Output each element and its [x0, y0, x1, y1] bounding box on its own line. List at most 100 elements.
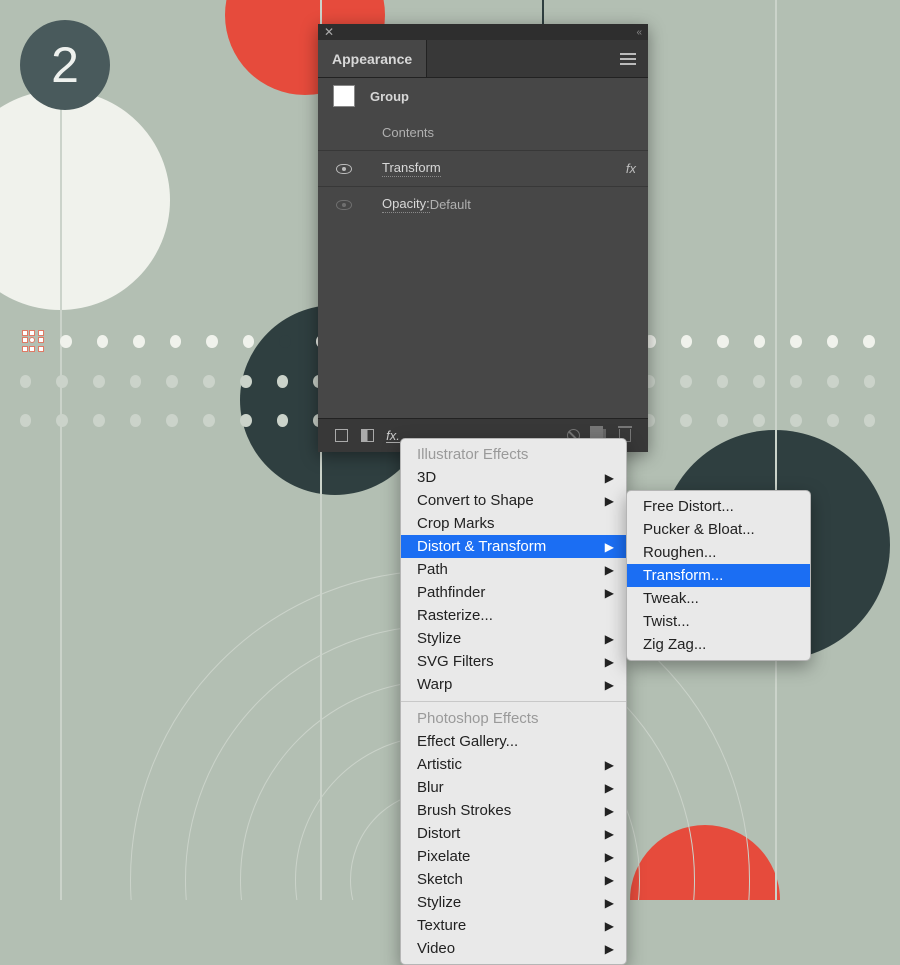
- menu-item-stylize[interactable]: Stylize▶: [401, 627, 626, 650]
- appearance-row-contents[interactable]: Contents: [318, 114, 648, 150]
- menu-item-label: Roughen...: [643, 544, 716, 561]
- menu-item-brush-strokes[interactable]: Brush Strokes ▶: [401, 799, 626, 822]
- menu-item-label: Convert to Shape: [417, 492, 534, 509]
- menu-item-pucker-bloat[interactable]: Pucker & Bloat...: [627, 518, 810, 541]
- menu-item-label: Pixelate: [417, 848, 470, 865]
- menu-item-rasterize[interactable]: Rasterize...: [401, 604, 626, 627]
- menu-item-label: Effect Gallery...: [417, 733, 518, 750]
- menu-item-label: Free Distort...: [643, 498, 734, 515]
- menu-item-label: Stylize: [417, 894, 461, 911]
- visibility-icon[interactable]: [336, 164, 352, 174]
- submenu-arrow-icon: ▶: [605, 655, 614, 669]
- fill-swatch[interactable]: [333, 85, 355, 107]
- panel-titlebar[interactable]: ✕ «: [318, 24, 648, 40]
- menu-item-roughen[interactable]: Roughen...: [627, 541, 810, 564]
- add-stroke-button[interactable]: [328, 425, 354, 447]
- row-label: Group: [370, 89, 409, 104]
- menu-item-crop-marks[interactable]: Crop Marks: [401, 512, 626, 535]
- menu-item-label: Brush Strokes: [417, 802, 511, 819]
- submenu-arrow-icon: ▶: [605, 873, 614, 887]
- menu-item-sketch[interactable]: Sketch ▶: [401, 868, 626, 891]
- appearance-row-opacity[interactable]: Opacity: Default: [318, 186, 648, 222]
- selection-handle[interactable]: [22, 330, 44, 352]
- menu-item-label: Path: [417, 561, 448, 578]
- menu-item-label: Texture: [417, 917, 466, 934]
- menu-item-label: Sketch: [417, 871, 463, 888]
- submenu-arrow-icon: ▶: [605, 540, 614, 554]
- menu-item-label: Blur: [417, 779, 444, 796]
- submenu-arrow-icon: ▶: [605, 471, 614, 485]
- submenu-arrow-icon: ▶: [605, 758, 614, 772]
- appearance-row-group[interactable]: Group: [318, 78, 648, 114]
- menu-item-video[interactable]: Video ▶: [401, 937, 626, 960]
- menu-section-title: Illustrator Effects: [401, 443, 626, 466]
- distort-transform-submenu: Free Distort... Pucker & Bloat... Roughen.…: [626, 490, 811, 661]
- menu-item-free-distort[interactable]: Free Distort...: [627, 495, 810, 518]
- menu-item-label: Tweak...: [643, 590, 699, 607]
- menu-section-title: Photoshop Effects: [401, 707, 626, 730]
- step-number: 2: [51, 36, 79, 94]
- submenu-arrow-icon: ▶: [605, 586, 614, 600]
- menu-item-label: Rasterize...: [417, 607, 493, 624]
- appearance-row-transform[interactable]: Transform fx: [318, 150, 648, 186]
- menu-item-label: Transform...: [643, 567, 723, 584]
- menu-item-label: Stylize: [417, 630, 461, 647]
- submenu-arrow-icon: ▶: [605, 678, 614, 692]
- menu-item-warp[interactable]: Warp ▶: [401, 673, 626, 696]
- tab-label: Appearance: [332, 51, 412, 67]
- panel-tabs: Appearance: [318, 40, 648, 78]
- menu-item-3d[interactable]: 3D▶: [401, 466, 626, 489]
- menu-item-transform[interactable]: Transform...: [627, 564, 810, 587]
- menu-item-effect-gallery[interactable]: Effect Gallery...: [401, 730, 626, 753]
- menu-item-label: Twist...: [643, 613, 690, 630]
- menu-item-label: Warp: [417, 676, 452, 693]
- menu-item-blur[interactable]: Blur ▶: [401, 776, 626, 799]
- visibility-icon[interactable]: [336, 200, 352, 210]
- menu-item-label: SVG Filters: [417, 653, 494, 670]
- bg-line: [60, 90, 62, 900]
- appearance-tab[interactable]: Appearance: [318, 40, 427, 77]
- submenu-arrow-icon: ▶: [605, 781, 614, 795]
- menu-item-zig-zag[interactable]: Zig Zag...: [627, 633, 810, 656]
- add-fill-button[interactable]: [354, 425, 380, 447]
- menu-item-artistic[interactable]: Artistic ▶: [401, 753, 626, 776]
- close-icon[interactable]: ✕: [324, 26, 334, 38]
- menu-item-distort[interactable]: Distort▶: [401, 822, 626, 845]
- submenu-arrow-icon: ▶: [605, 804, 614, 818]
- menu-item-convert-to-shape[interactable]: Convert to Shape▶: [401, 489, 626, 512]
- menu-item-label: Pucker & Bloat...: [643, 521, 755, 538]
- opacity-value: Default: [430, 197, 471, 212]
- submenu-arrow-icon: ▶: [605, 919, 614, 933]
- menu-item-path[interactable]: Path▶: [401, 558, 626, 581]
- appearance-panel: ✕ « Appearance Group Contents Transform …: [318, 24, 648, 452]
- appearance-body: Group Contents Transform fx Opacity: Def…: [318, 78, 648, 418]
- menu-item-pathfinder[interactable]: Pathfinder ▶: [401, 581, 626, 604]
- menu-item-label: Artistic: [417, 756, 462, 773]
- menu-item-label: Zig Zag...: [643, 636, 706, 653]
- menu-item-label: Distort & Transform: [417, 538, 546, 555]
- bg-line: [775, 0, 777, 900]
- menu-icon: [620, 58, 636, 60]
- menu-item-label: Pathfinder: [417, 584, 485, 601]
- submenu-arrow-icon: ▶: [605, 896, 614, 910]
- panel-menu-button[interactable]: [608, 40, 648, 77]
- menu-item-tweak[interactable]: Tweak...: [627, 587, 810, 610]
- menu-separator: [401, 701, 626, 702]
- menu-item-texture[interactable]: Texture ▶: [401, 914, 626, 937]
- collapse-icon[interactable]: «: [636, 27, 642, 38]
- effects-menu: Illustrator Effects 3D▶Convert to Shape▶…: [400, 438, 627, 965]
- submenu-arrow-icon: ▶: [605, 942, 614, 956]
- menu-item-svg-filters[interactable]: SVG Filters ▶: [401, 650, 626, 673]
- menu-item-stylize[interactable]: Stylize ▶: [401, 891, 626, 914]
- opacity-label: Opacity:: [382, 196, 430, 213]
- bg-circle-cream-large: [0, 90, 170, 310]
- submenu-arrow-icon: ▶: [605, 850, 614, 864]
- step-badge: 2: [20, 20, 110, 110]
- submenu-arrow-icon: ▶: [605, 827, 614, 841]
- menu-item-distort-transform[interactable]: Distort & Transform ▶: [401, 535, 626, 558]
- menu-item-label: Crop Marks: [417, 515, 495, 532]
- menu-item-pixelate[interactable]: Pixelate ▶: [401, 845, 626, 868]
- menu-item-label: Video: [417, 940, 455, 957]
- menu-item-twist[interactable]: Twist...: [627, 610, 810, 633]
- fx-indicator[interactable]: fx: [606, 161, 636, 176]
